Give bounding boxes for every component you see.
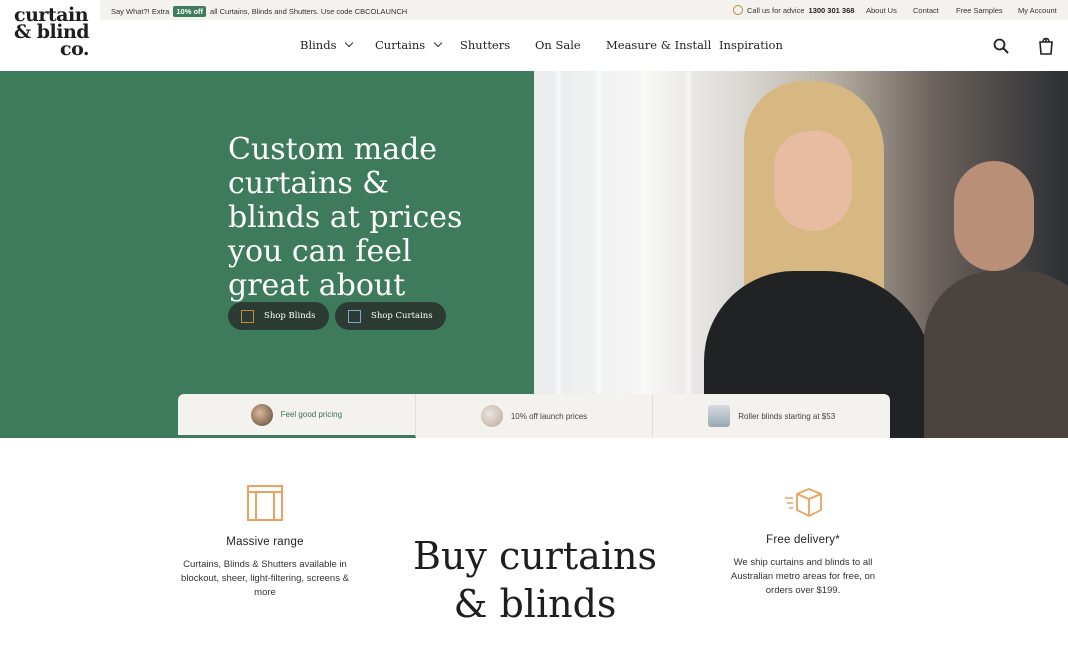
- man-shirt: [924, 271, 1068, 438]
- blind-icon: [241, 309, 254, 323]
- search-icon[interactable]: [993, 38, 1009, 54]
- curtain-fold: [554, 71, 563, 438]
- feature-label: 10% off launch prices: [510, 411, 588, 421]
- feature-tab-roller-blinds[interactable]: Roller blinds starting at $53: [653, 394, 890, 438]
- curtain-icon: [348, 309, 361, 323]
- phone-number[interactable]: 1300 301 368: [809, 6, 855, 15]
- shop-blinds-label: Shop Blinds: [264, 311, 316, 321]
- nav-curtains[interactable]: Curtains: [375, 38, 443, 52]
- cart-icon[interactable]: [1037, 37, 1055, 55]
- feature-tabs: Feel good pricing 10% off launch prices …: [178, 394, 890, 438]
- call-advice[interactable]: Call us for advice 1300 301 368: [733, 5, 854, 15]
- feature-tab-pricing[interactable]: Feel good pricing: [178, 394, 416, 438]
- nav-shutters[interactable]: Shutters: [460, 38, 510, 52]
- feature-label: Feel good pricing: [280, 410, 343, 419]
- woman-face: [774, 131, 852, 231]
- nav-curtains-label: Curtains: [375, 38, 426, 52]
- free-delivery-text: We ship curtains and blinds to all Austr…: [730, 557, 876, 596]
- shop-curtains-button[interactable]: Shop Curtains: [335, 302, 446, 330]
- buy-heading: Buy curtains & blinds: [413, 534, 657, 626]
- nav-measure-install[interactable]: Measure & Install: [606, 38, 711, 52]
- phone-icon: [733, 5, 743, 15]
- free-delivery-title: Free delivery*: [766, 534, 840, 546]
- massive-range-block: Massive range Curtains, Blinds & Shutter…: [176, 480, 354, 600]
- promo-prefix: Say What?! Extra: [111, 7, 170, 16]
- curtain-fold: [594, 71, 603, 438]
- logo-line-3: co.: [60, 38, 90, 60]
- feature-thumbnail: [480, 405, 503, 427]
- my-account-link[interactable]: My Account: [1018, 6, 1057, 15]
- free-delivery-block: Free delivery* We ship curtains and blin…: [720, 480, 886, 598]
- nav-inspiration[interactable]: Inspiration: [719, 38, 783, 52]
- site-logo[interactable]: curtain & blind co.: [14, 6, 92, 60]
- chevron-down-icon: [345, 38, 354, 48]
- nav-on-sale[interactable]: On Sale: [535, 38, 581, 52]
- shop-blinds-button[interactable]: Shop Blinds: [228, 302, 329, 330]
- hero-headline: Custom made curtains & blinds at prices …: [228, 132, 463, 303]
- promo-message: Say What?! Extra 10% off all Curtains, B…: [111, 6, 407, 17]
- about-us-link[interactable]: About Us: [866, 6, 897, 15]
- nav-blinds-label: Blinds: [300, 38, 337, 52]
- feature-thumbnail: [250, 403, 273, 426]
- window-icon: [247, 485, 283, 521]
- promo-badge: 10% off: [173, 6, 207, 17]
- shop-curtains-label: Shop Curtains: [371, 311, 433, 321]
- promo-text: all Curtains, Blinds and Shutters. Use c…: [210, 7, 408, 16]
- free-samples-link[interactable]: Free Samples: [956, 6, 1003, 15]
- call-text: Call us for advice: [747, 5, 805, 15]
- massive-range-title: Massive range: [226, 536, 304, 548]
- hero-image: [534, 71, 1068, 438]
- feature-label: Roller blinds starting at $53: [738, 411, 836, 421]
- chevron-down-icon: [433, 38, 443, 48]
- curtain-fold: [639, 71, 648, 438]
- nav-blinds[interactable]: Blinds: [300, 38, 354, 52]
- feature-thumbnail: [708, 405, 731, 427]
- curtain-fold: [684, 71, 693, 438]
- top-announcement-bar: Say What?! Extra 10% off all Curtains, B…: [100, 0, 1068, 20]
- delivery-box-icon: [785, 488, 822, 518]
- man-face: [954, 161, 1034, 271]
- contact-link[interactable]: Contact: [913, 6, 939, 15]
- massive-range-text: Curtains, Blinds & Shutters available in…: [181, 559, 349, 598]
- feature-tab-launch-prices[interactable]: 10% off launch prices: [416, 394, 654, 438]
